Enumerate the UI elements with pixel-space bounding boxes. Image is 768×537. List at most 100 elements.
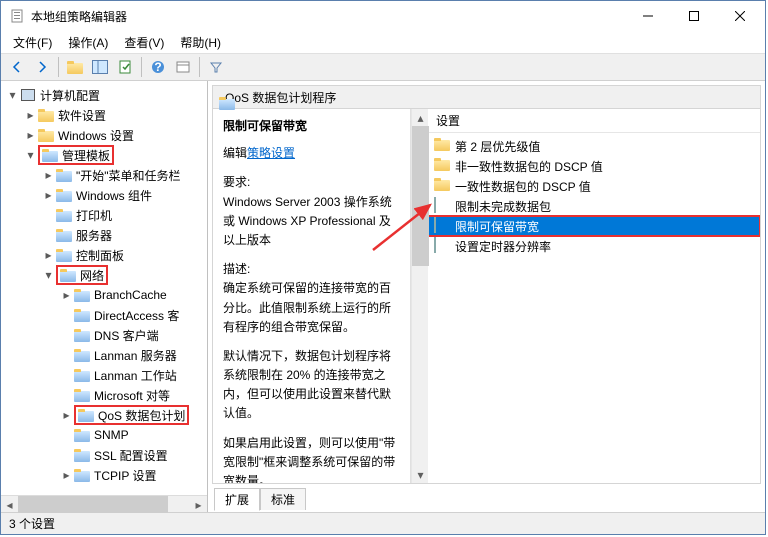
folder-icon xyxy=(56,227,72,243)
tree-node-qos[interactable]: ▸QoS 数据包计划 xyxy=(5,405,207,425)
status-text: 3 个设置 xyxy=(9,515,55,532)
settings-item-nonconform-dscp[interactable]: 非一致性数据包的 DSCP 值 xyxy=(428,156,760,176)
tree-node-network[interactable]: ▾网络 xyxy=(5,265,207,285)
scroll-thumb[interactable] xyxy=(18,496,168,513)
chevron-down-icon[interactable]: ▾ xyxy=(23,148,38,163)
scroll-down-icon[interactable]: ▾ xyxy=(412,466,429,483)
tabs: 扩展 标准 xyxy=(212,484,761,508)
tree-node-admin-templates[interactable]: ▾管理模板 xyxy=(5,145,207,165)
chevron-down-icon[interactable]: ▾ xyxy=(41,268,56,283)
folder-icon xyxy=(38,127,54,143)
scroll-right-icon[interactable]: ▸ xyxy=(190,496,207,513)
tree-node-computer-config[interactable]: ▾计算机配置 xyxy=(5,85,207,105)
tree-node-ssl[interactable]: SSL 配置设置 xyxy=(5,445,207,465)
show-hide-tree-button[interactable] xyxy=(88,55,112,79)
folder-icon xyxy=(434,138,450,154)
settings-item-timer-resolution[interactable]: 设置定时器分辨率 xyxy=(428,236,760,256)
svg-text:?: ? xyxy=(154,60,161,74)
forward-button[interactable] xyxy=(30,55,54,79)
settings-list: 第 2 层优先级值 非一致性数据包的 DSCP 值 一致性数据包的 DSCP 值… xyxy=(428,133,760,483)
tab-extended[interactable]: 扩展 xyxy=(214,488,260,511)
tree-node-dns[interactable]: DNS 客户端 xyxy=(5,325,207,345)
folder-icon xyxy=(56,207,72,223)
chevron-right-icon[interactable]: ▸ xyxy=(59,408,74,423)
folder-icon xyxy=(60,267,76,283)
tree-node-printers[interactable]: 打印机 xyxy=(5,205,207,225)
tree-node-server[interactable]: 服务器 xyxy=(5,225,207,245)
folder-icon xyxy=(56,187,72,203)
tree-node-windows-components[interactable]: ▸Windows 组件 xyxy=(5,185,207,205)
settings-item-limit-outstanding[interactable]: 限制未完成数据包 xyxy=(428,196,760,216)
edit-policy-link[interactable]: 策略设置 xyxy=(247,146,295,160)
properties-button[interactable] xyxy=(171,55,195,79)
desc-vscrollbar[interactable]: ▴ ▾ xyxy=(411,109,428,483)
chevron-right-icon[interactable]: ▸ xyxy=(59,468,74,483)
toolbar: ? xyxy=(1,53,765,81)
menu-action[interactable]: 操作(A) xyxy=(60,32,116,53)
menu-help[interactable]: 帮助(H) xyxy=(172,32,229,53)
chevron-right-icon[interactable]: ▸ xyxy=(41,168,56,183)
scroll-thumb[interactable] xyxy=(412,126,429,266)
folder-icon xyxy=(74,467,90,483)
tree-node-software[interactable]: ▸软件设置 xyxy=(5,105,207,125)
folder-icon xyxy=(74,427,90,443)
tree-node-tcpip[interactable]: ▸TCPIP 设置 xyxy=(5,465,207,485)
tree-node-branchcache[interactable]: ▸BranchCache xyxy=(5,285,207,305)
chevron-right-icon[interactable]: ▸ xyxy=(23,128,38,143)
folder-icon xyxy=(74,307,90,323)
window-title: 本地组策略编辑器 xyxy=(31,8,625,25)
tab-standard[interactable]: 标准 xyxy=(260,488,306,510)
folder-icon xyxy=(74,387,90,403)
chevron-right-icon[interactable]: ▸ xyxy=(41,248,56,263)
titlebar: 本地组策略编辑器 xyxy=(1,1,765,31)
tree-node-ms-peer[interactable]: Microsoft 对等 xyxy=(5,385,207,405)
tree-node-directaccess[interactable]: DirectAccess 客 xyxy=(5,305,207,325)
tree-node-windows-settings[interactable]: ▸Windows 设置 xyxy=(5,125,207,145)
computer-icon xyxy=(20,87,36,103)
chevron-right-icon[interactable]: ▸ xyxy=(59,288,74,303)
description-pane: 限制可保留带宽 编辑策略设置 要求:Windows Server 2003 操作… xyxy=(213,109,411,483)
scroll-up-icon[interactable]: ▴ xyxy=(412,109,429,126)
window: 本地组策略编辑器 文件(F) 操作(A) 查看(V) 帮助(H) ? ▾计算机配… xyxy=(0,0,766,535)
export-list-button[interactable] xyxy=(113,55,137,79)
folder-icon xyxy=(56,247,72,263)
close-button[interactable] xyxy=(717,1,763,31)
path-label: QoS 数据包计划程序 xyxy=(225,89,336,106)
tree-node-lanman-workstation[interactable]: Lanman 工作站 xyxy=(5,365,207,385)
policy-title: 限制可保留带宽 xyxy=(223,117,400,136)
settings-item-limit-bandwidth[interactable]: 限制可保留带宽 xyxy=(428,216,760,236)
app-icon xyxy=(9,8,25,24)
menu-file[interactable]: 文件(F) xyxy=(5,32,60,53)
folder-icon xyxy=(434,158,450,174)
settings-item-conform-dscp[interactable]: 一致性数据包的 DSCP 值 xyxy=(428,176,760,196)
tree-hscrollbar[interactable]: ◂ ▸ xyxy=(1,495,207,512)
settings-pane: 设置 第 2 层优先级值 非一致性数据包的 DSCP 值 一致性数据包的 DSC… xyxy=(428,109,760,483)
scroll-left-icon[interactable]: ◂ xyxy=(1,496,18,513)
tree-node-lanman-server[interactable]: Lanman 服务器 xyxy=(5,345,207,365)
chevron-right-icon[interactable]: ▸ xyxy=(23,108,38,123)
settings-item-l2priority[interactable]: 第 2 层优先级值 xyxy=(428,136,760,156)
tree-node-snmp[interactable]: SNMP xyxy=(5,425,207,445)
folder-icon xyxy=(56,167,72,183)
help-button[interactable]: ? xyxy=(146,55,170,79)
chevron-right-icon[interactable]: ▸ xyxy=(41,188,56,203)
chevron-down-icon[interactable]: ▾ xyxy=(5,88,20,103)
body: ▾计算机配置 ▸软件设置 ▸Windows 设置 ▾管理模板 ▸"开始"菜单和任… xyxy=(1,81,765,512)
folder-icon xyxy=(74,367,90,383)
up-button[interactable] xyxy=(63,55,87,79)
statusbar: 3 个设置 xyxy=(1,512,765,534)
policy-icon xyxy=(434,218,450,234)
menu-view[interactable]: 查看(V) xyxy=(116,32,172,53)
settings-header[interactable]: 设置 xyxy=(428,109,760,133)
minimize-button[interactable] xyxy=(625,1,671,31)
maximize-button[interactable] xyxy=(671,1,717,31)
tree-pane: ▾计算机配置 ▸软件设置 ▸Windows 设置 ▾管理模板 ▸"开始"菜单和任… xyxy=(1,81,208,512)
tree: ▾计算机配置 ▸软件设置 ▸Windows 设置 ▾管理模板 ▸"开始"菜单和任… xyxy=(5,85,207,485)
path-bar: QoS 数据包计划程序 xyxy=(212,85,761,109)
filter-button[interactable] xyxy=(204,55,228,79)
tree-node-control-panel[interactable]: ▸控制面板 xyxy=(5,245,207,265)
back-button[interactable] xyxy=(5,55,29,79)
tree-node-startmenu[interactable]: ▸"开始"菜单和任务栏 xyxy=(5,165,207,185)
folder-icon xyxy=(78,407,94,423)
menubar: 文件(F) 操作(A) 查看(V) 帮助(H) xyxy=(1,31,765,53)
